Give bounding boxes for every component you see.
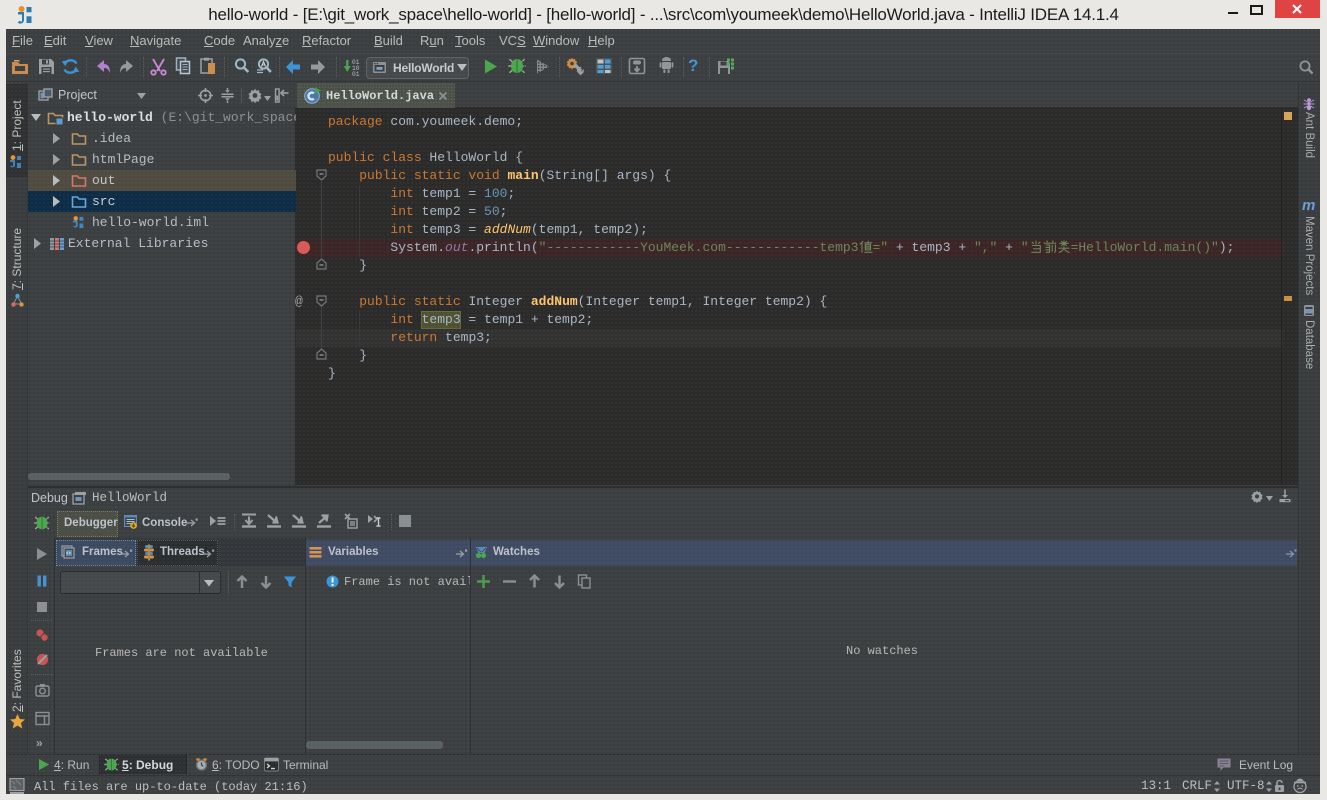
svg-text:01: 01 <box>352 71 360 77</box>
